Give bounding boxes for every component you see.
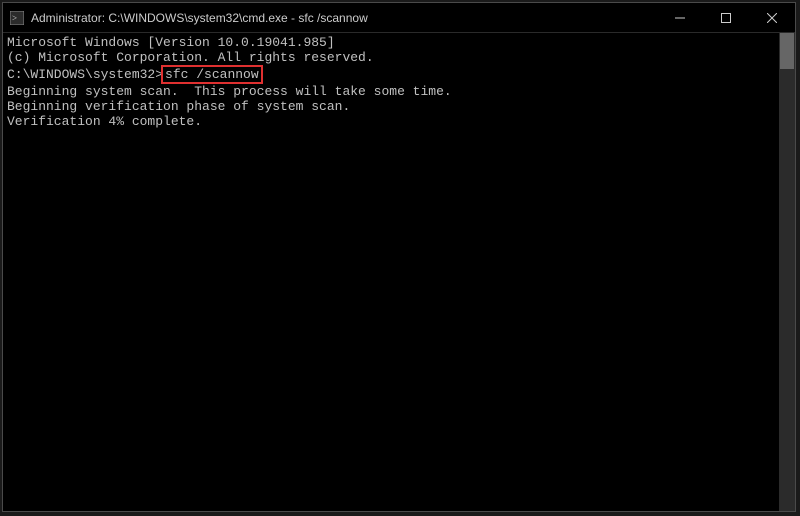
terminal-body: Microsoft Windows [Version 10.0.19041.98…: [3, 33, 795, 511]
prompt-text: C:\WINDOWS\system32>: [7, 67, 163, 82]
output-line: Beginning verification phase of system s…: [7, 99, 775, 114]
titlebar[interactable]: > Administrator: C:\WINDOWS\system32\cmd…: [3, 3, 795, 33]
prompt-line: C:\WINDOWS\system32>sfc /scannow: [7, 65, 775, 84]
output-line: Microsoft Windows [Version 10.0.19041.98…: [7, 35, 775, 50]
svg-text:>: >: [12, 13, 17, 23]
window-controls: [657, 3, 795, 32]
cmd-window: > Administrator: C:\WINDOWS\system32\cmd…: [2, 2, 796, 512]
maximize-button[interactable]: [703, 3, 749, 32]
terminal-output[interactable]: Microsoft Windows [Version 10.0.19041.98…: [3, 33, 779, 511]
output-line: Verification 4% complete.: [7, 114, 775, 129]
command-highlight: sfc /scannow: [161, 65, 263, 84]
output-line: (c) Microsoft Corporation. All rights re…: [7, 50, 775, 65]
output-line: Beginning system scan. This process will…: [7, 84, 775, 99]
vertical-scrollbar[interactable]: [779, 33, 795, 511]
cmd-icon: >: [9, 10, 25, 26]
scrollbar-thumb[interactable]: [780, 33, 794, 69]
window-title: Administrator: C:\WINDOWS\system32\cmd.e…: [31, 11, 657, 25]
close-button[interactable]: [749, 3, 795, 32]
minimize-button[interactable]: [657, 3, 703, 32]
